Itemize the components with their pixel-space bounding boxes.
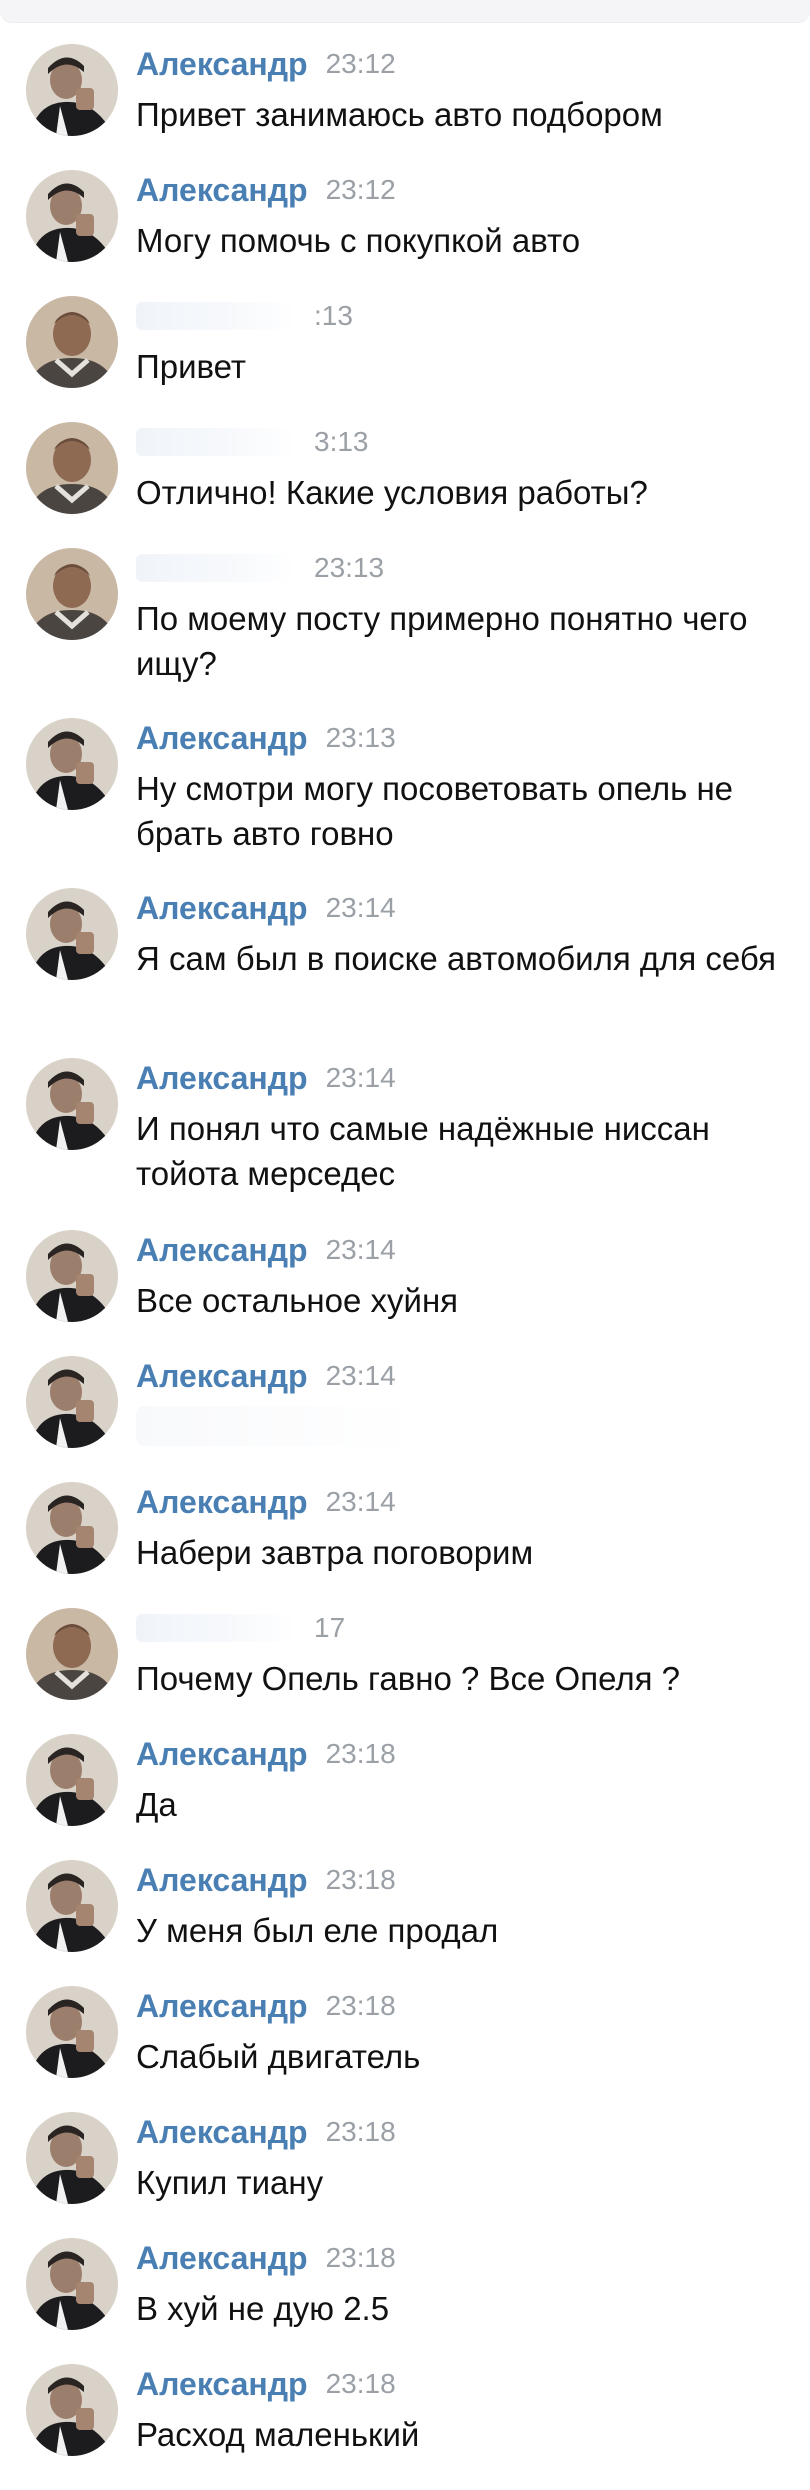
sender-name[interactable]: [136, 554, 296, 582]
avatar-icon[interactable]: [26, 1230, 118, 1322]
timestamp: 23:18: [325, 2368, 396, 2399]
message-text: Набери завтра поговорим: [136, 1534, 534, 1571]
message-meta: 17: [136, 1608, 345, 1648]
message-meta: Александр 23:12: [136, 44, 396, 84]
message-text: Отлично! Какие условия работы?: [136, 474, 648, 511]
message-meta: 3:13: [136, 422, 369, 462]
sender-name[interactable]: [136, 1614, 296, 1642]
sender-name[interactable]: Александр: [136, 718, 308, 758]
message-meta: :13: [136, 296, 353, 336]
timestamp: 23:18: [325, 1864, 396, 1895]
timestamp: 23:12: [325, 174, 396, 205]
avatar-icon[interactable]: [26, 2238, 118, 2330]
message-text: Могу помочь с покупкой авто: [136, 222, 581, 259]
sender-name[interactable]: Александр: [136, 2238, 308, 2278]
message-meta: Александр 23:18: [136, 1860, 396, 1900]
timestamp: 23:13: [325, 722, 396, 753]
avatar-icon[interactable]: [26, 2364, 118, 2456]
message-text: Слабый двигатель: [136, 2038, 421, 2075]
message-meta: Александр 23:14: [136, 888, 396, 928]
message-meta: Александр 23:12: [136, 170, 396, 210]
timestamp: 23:14: [325, 1360, 396, 1391]
message-text: И понял что самые надёжные ниссан тойота…: [136, 1110, 710, 1192]
timestamp: 23:14: [325, 1234, 396, 1265]
sender-name[interactable]: Александр: [136, 1860, 308, 1900]
sender-name[interactable]: Александр: [136, 170, 308, 210]
timestamp: :13: [314, 300, 353, 331]
message-meta: Александр 23:18: [136, 1734, 396, 1774]
avatar-icon[interactable]: [26, 548, 118, 640]
sender-name[interactable]: Александр: [136, 44, 308, 84]
message-meta: Александр 23:14: [136, 1230, 396, 1270]
message-text: По моему посту примерно понятно чего ищу…: [136, 600, 748, 682]
message-meta: Александр 23:18: [136, 1986, 396, 2026]
timestamp: 23:18: [325, 1990, 396, 2021]
sender-name[interactable]: [136, 428, 296, 456]
sender-name[interactable]: Александр: [136, 1734, 308, 1774]
message-text: Привет: [136, 348, 247, 385]
message-feed: Александр 23:12 Привет занимаюсь авто под…: [0, 0, 810, 2490]
avatar-icon[interactable]: [26, 1058, 118, 1150]
avatar-icon[interactable]: [26, 1986, 118, 2078]
timestamp: 23:14: [325, 1062, 396, 1093]
sender-name[interactable]: Александр: [136, 1230, 308, 1270]
message-meta: Александр 23:14: [136, 1058, 396, 1098]
timestamp: 23:18: [325, 2116, 396, 2147]
message-meta: Александр 23:13: [136, 718, 396, 758]
timestamp: 23:18: [325, 1738, 396, 1769]
message-text: В хуй не дую 2.5: [136, 2290, 390, 2327]
message-meta: Александр 23:14: [136, 1356, 396, 1396]
timestamp: 17: [314, 1612, 346, 1643]
message-meta: Александр 23:14: [136, 1482, 396, 1522]
timestamp: 3:13: [314, 426, 369, 457]
message-meta: Александр 23:18: [136, 2364, 396, 2404]
avatar-icon[interactable]: [26, 2112, 118, 2204]
avatar-icon[interactable]: [26, 718, 118, 810]
timestamp: 23:13: [314, 552, 385, 583]
sender-name[interactable]: Александр: [136, 1356, 308, 1396]
timestamp: 23:14: [325, 1486, 396, 1517]
timestamp: 23:14: [325, 892, 396, 923]
sender-name[interactable]: Александр: [136, 1482, 308, 1522]
message-text: Да: [136, 1786, 177, 1823]
message-text: У меня был еле продал: [136, 1912, 499, 1949]
avatar-icon[interactable]: [26, 1860, 118, 1952]
sender-name[interactable]: [136, 302, 296, 330]
sender-name[interactable]: Александр: [136, 888, 308, 928]
sender-name[interactable]: Александр: [136, 2364, 308, 2404]
message-meta: 23:13: [136, 548, 384, 588]
avatar-icon[interactable]: [26, 1734, 118, 1826]
message-text: Почему Опель гавно ? Все Опеля ?: [136, 1660, 680, 1697]
avatar-icon[interactable]: [26, 1482, 118, 1574]
message-text: Ну смотри могу посоветовать опель не бра…: [136, 770, 734, 852]
message-text: Я сам был в поиске автомобиля для себя: [136, 940, 776, 977]
hidden-content: [136, 1406, 416, 1446]
message-text: Все остальное хуйня: [136, 1282, 459, 1319]
message-text: Привет занимаюсь авто подбором: [136, 96, 663, 133]
timestamp: 23:18: [325, 2242, 396, 2273]
message-meta: Александр 23:18: [136, 2238, 396, 2278]
avatar-icon[interactable]: [26, 44, 118, 136]
message-meta: Александр 23:18: [136, 2112, 396, 2152]
avatar-icon[interactable]: [26, 1608, 118, 1700]
sender-name[interactable]: Александр: [136, 2112, 308, 2152]
avatar-icon[interactable]: [26, 296, 118, 388]
avatar-icon[interactable]: [26, 888, 118, 980]
timestamp: 23:12: [325, 48, 396, 79]
message-text: Расход маленький: [136, 2416, 420, 2453]
message-text: Купил тиану: [136, 2164, 324, 2201]
avatar-icon[interactable]: [26, 422, 118, 514]
avatar-icon[interactable]: [26, 170, 118, 262]
sender-name[interactable]: Александр: [136, 1058, 308, 1098]
sender-name[interactable]: Александр: [136, 1986, 308, 2026]
avatar-icon[interactable]: [26, 1356, 118, 1448]
